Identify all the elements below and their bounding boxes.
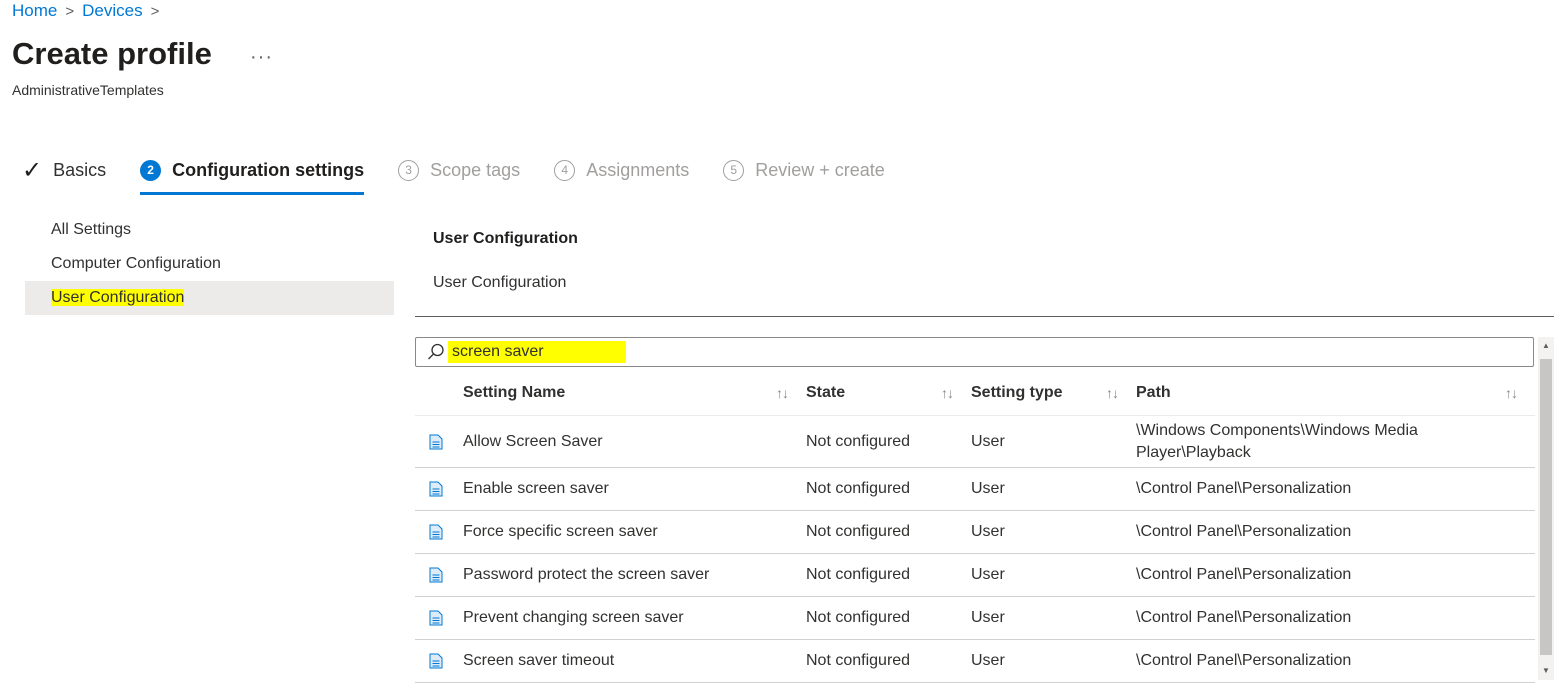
document-icon <box>429 567 443 583</box>
step-assignments[interactable]: 4 Assignments <box>554 153 689 187</box>
page-subtitle: AdministrativeTemplates <box>12 82 164 98</box>
sort-icon[interactable]: ↑↓ <box>1106 385 1119 401</box>
cell-path: \Windows Components\Windows Media Player… <box>1136 415 1535 468</box>
table-row[interactable]: Prevent changing screen saver Not config… <box>415 596 1535 640</box>
nav-item-all-settings[interactable]: All Settings <box>25 213 394 247</box>
search-box[interactable] <box>415 337 1534 367</box>
divider <box>415 316 1554 317</box>
search-input[interactable] <box>448 341 626 363</box>
step-number-badge: 4 <box>554 159 576 181</box>
nav-item-label: All Settings <box>51 221 132 238</box>
table-row[interactable]: Allow Screen Saver Not configured User \… <box>415 415 1535 468</box>
cell-state: Not configured <box>806 467 971 511</box>
cell-path: \Control Panel\Personalization <box>1136 596 1535 640</box>
sort-icon[interactable]: ↑↓ <box>776 385 789 401</box>
sort-icon[interactable]: ↑↓ <box>941 385 954 401</box>
step-label: Assignments <box>586 159 690 180</box>
section-subtitle: User Configuration <box>433 274 567 291</box>
step-scope-tags[interactable]: 3 Scope tags <box>398 153 520 187</box>
row-icon-cell <box>415 553 463 597</box>
step-review-create[interactable]: 5 Review + create <box>723 153 885 187</box>
scroll-up-icon[interactable]: ▲ <box>1538 337 1554 355</box>
step-label: Configuration settings <box>172 159 365 180</box>
cell-path: \Control Panel\Personalization <box>1136 510 1535 554</box>
settings-table: Setting Name ↑↓ State ↑↓ Setting type ↑↓ Pa… <box>415 371 1535 683</box>
scrollbar-thumb[interactable] <box>1540 359 1552 655</box>
table-row[interactable]: Enable screen saver Not configured User … <box>415 467 1535 511</box>
column-header-setting-name[interactable]: Setting Name ↑↓ <box>463 371 806 416</box>
cell-state: Not configured <box>806 596 971 640</box>
section-title: User Configuration <box>433 230 578 247</box>
cell-path: \Control Panel\Personalization <box>1136 639 1535 683</box>
cell-state: Not configured <box>806 415 971 468</box>
column-header-label: Setting type <box>971 384 1063 401</box>
cell-setting-name[interactable]: Password protect the screen saver <box>463 553 806 597</box>
cell-setting-type: User <box>971 467 1136 511</box>
document-icon <box>429 524 443 540</box>
document-icon <box>429 610 443 626</box>
cell-setting-type: User <box>971 639 1136 683</box>
cell-setting-name[interactable]: Allow Screen Saver <box>463 415 806 468</box>
chevron-right-icon: > <box>150 2 160 20</box>
row-icon-cell <box>415 467 463 511</box>
cell-setting-type: User <box>971 596 1136 640</box>
header-icon-cell <box>415 371 463 416</box>
cell-setting-name[interactable]: Screen saver timeout <box>463 639 806 683</box>
row-icon-cell <box>415 639 463 683</box>
document-icon <box>429 653 443 669</box>
cell-setting-type: User <box>971 415 1136 468</box>
document-icon <box>429 481 443 497</box>
cell-setting-name[interactable]: Prevent changing screen saver <box>463 596 806 640</box>
sort-icon[interactable]: ↑↓ <box>1505 385 1518 401</box>
column-header-label: Path <box>1136 384 1171 401</box>
step-number-badge: 2 <box>140 159 162 181</box>
scroll-down-icon[interactable]: ▼ <box>1538 662 1554 680</box>
step-basics[interactable]: ✓ Basics <box>22 153 106 187</box>
table-header-row: Setting Name ↑↓ State ↑↓ Setting type ↑↓ Pa… <box>415 371 1535 416</box>
breadcrumb: Home > Devices > <box>12 1 159 21</box>
column-header-setting-type[interactable]: Setting type ↑↓ <box>971 371 1136 416</box>
cell-state: Not configured <box>806 553 971 597</box>
row-icon-cell <box>415 510 463 554</box>
step-label: Basics <box>53 159 107 180</box>
row-icon-cell <box>415 596 463 640</box>
page-title: Create profile <box>12 36 212 71</box>
table-row[interactable]: Screen saver timeout Not configured User… <box>415 639 1535 683</box>
cell-state: Not configured <box>806 639 971 683</box>
column-header-label: Setting Name <box>463 384 566 401</box>
chevron-right-icon: > <box>65 2 75 20</box>
table-row[interactable]: Password protect the screen saver Not co… <box>415 553 1535 597</box>
nav-item-label: User Configuration <box>51 289 185 306</box>
nav-item-user-configuration[interactable]: User Configuration <box>25 281 394 315</box>
nav-item-computer-configuration[interactable]: Computer Configuration <box>25 247 394 281</box>
cell-state: Not configured <box>806 510 971 554</box>
cell-path: \Control Panel\Personalization <box>1136 553 1535 597</box>
step-label: Review + create <box>755 159 885 180</box>
cell-setting-name[interactable]: Enable screen saver <box>463 467 806 511</box>
breadcrumb-devices-link[interactable]: Devices <box>82 1 142 21</box>
breadcrumb-home-link[interactable]: Home <box>12 1 57 21</box>
vertical-scrollbar[interactable]: ▲ ▼ <box>1538 337 1554 680</box>
column-header-label: State <box>806 384 846 401</box>
nav-item-label: Computer Configuration <box>51 255 221 272</box>
step-number-badge: 3 <box>398 159 420 181</box>
step-label: Scope tags <box>430 159 521 180</box>
step-number-badge: 5 <box>723 159 745 181</box>
document-icon <box>429 434 443 449</box>
cell-setting-type: User <box>971 553 1136 597</box>
more-options-button[interactable]: ··· <box>250 46 273 69</box>
settings-nav: All Settings Computer Configuration User… <box>25 213 394 315</box>
step-configuration-settings[interactable]: 2 Configuration settings <box>140 153 365 195</box>
cell-setting-name[interactable]: Force specific screen saver <box>463 510 806 554</box>
row-icon-cell <box>415 415 463 468</box>
column-header-state[interactable]: State ↑↓ <box>806 371 971 416</box>
search-icon <box>428 343 444 360</box>
table-row[interactable]: Force specific screen saver Not configur… <box>415 510 1535 554</box>
wizard-steps: ✓ Basics 2 Configuration settings 3 Scop… <box>22 150 919 195</box>
cell-setting-type: User <box>971 510 1136 554</box>
column-header-path[interactable]: Path ↑↓ <box>1136 371 1535 416</box>
cell-path: \Control Panel\Personalization <box>1136 467 1535 511</box>
checkmark-icon: ✓ <box>22 156 43 184</box>
